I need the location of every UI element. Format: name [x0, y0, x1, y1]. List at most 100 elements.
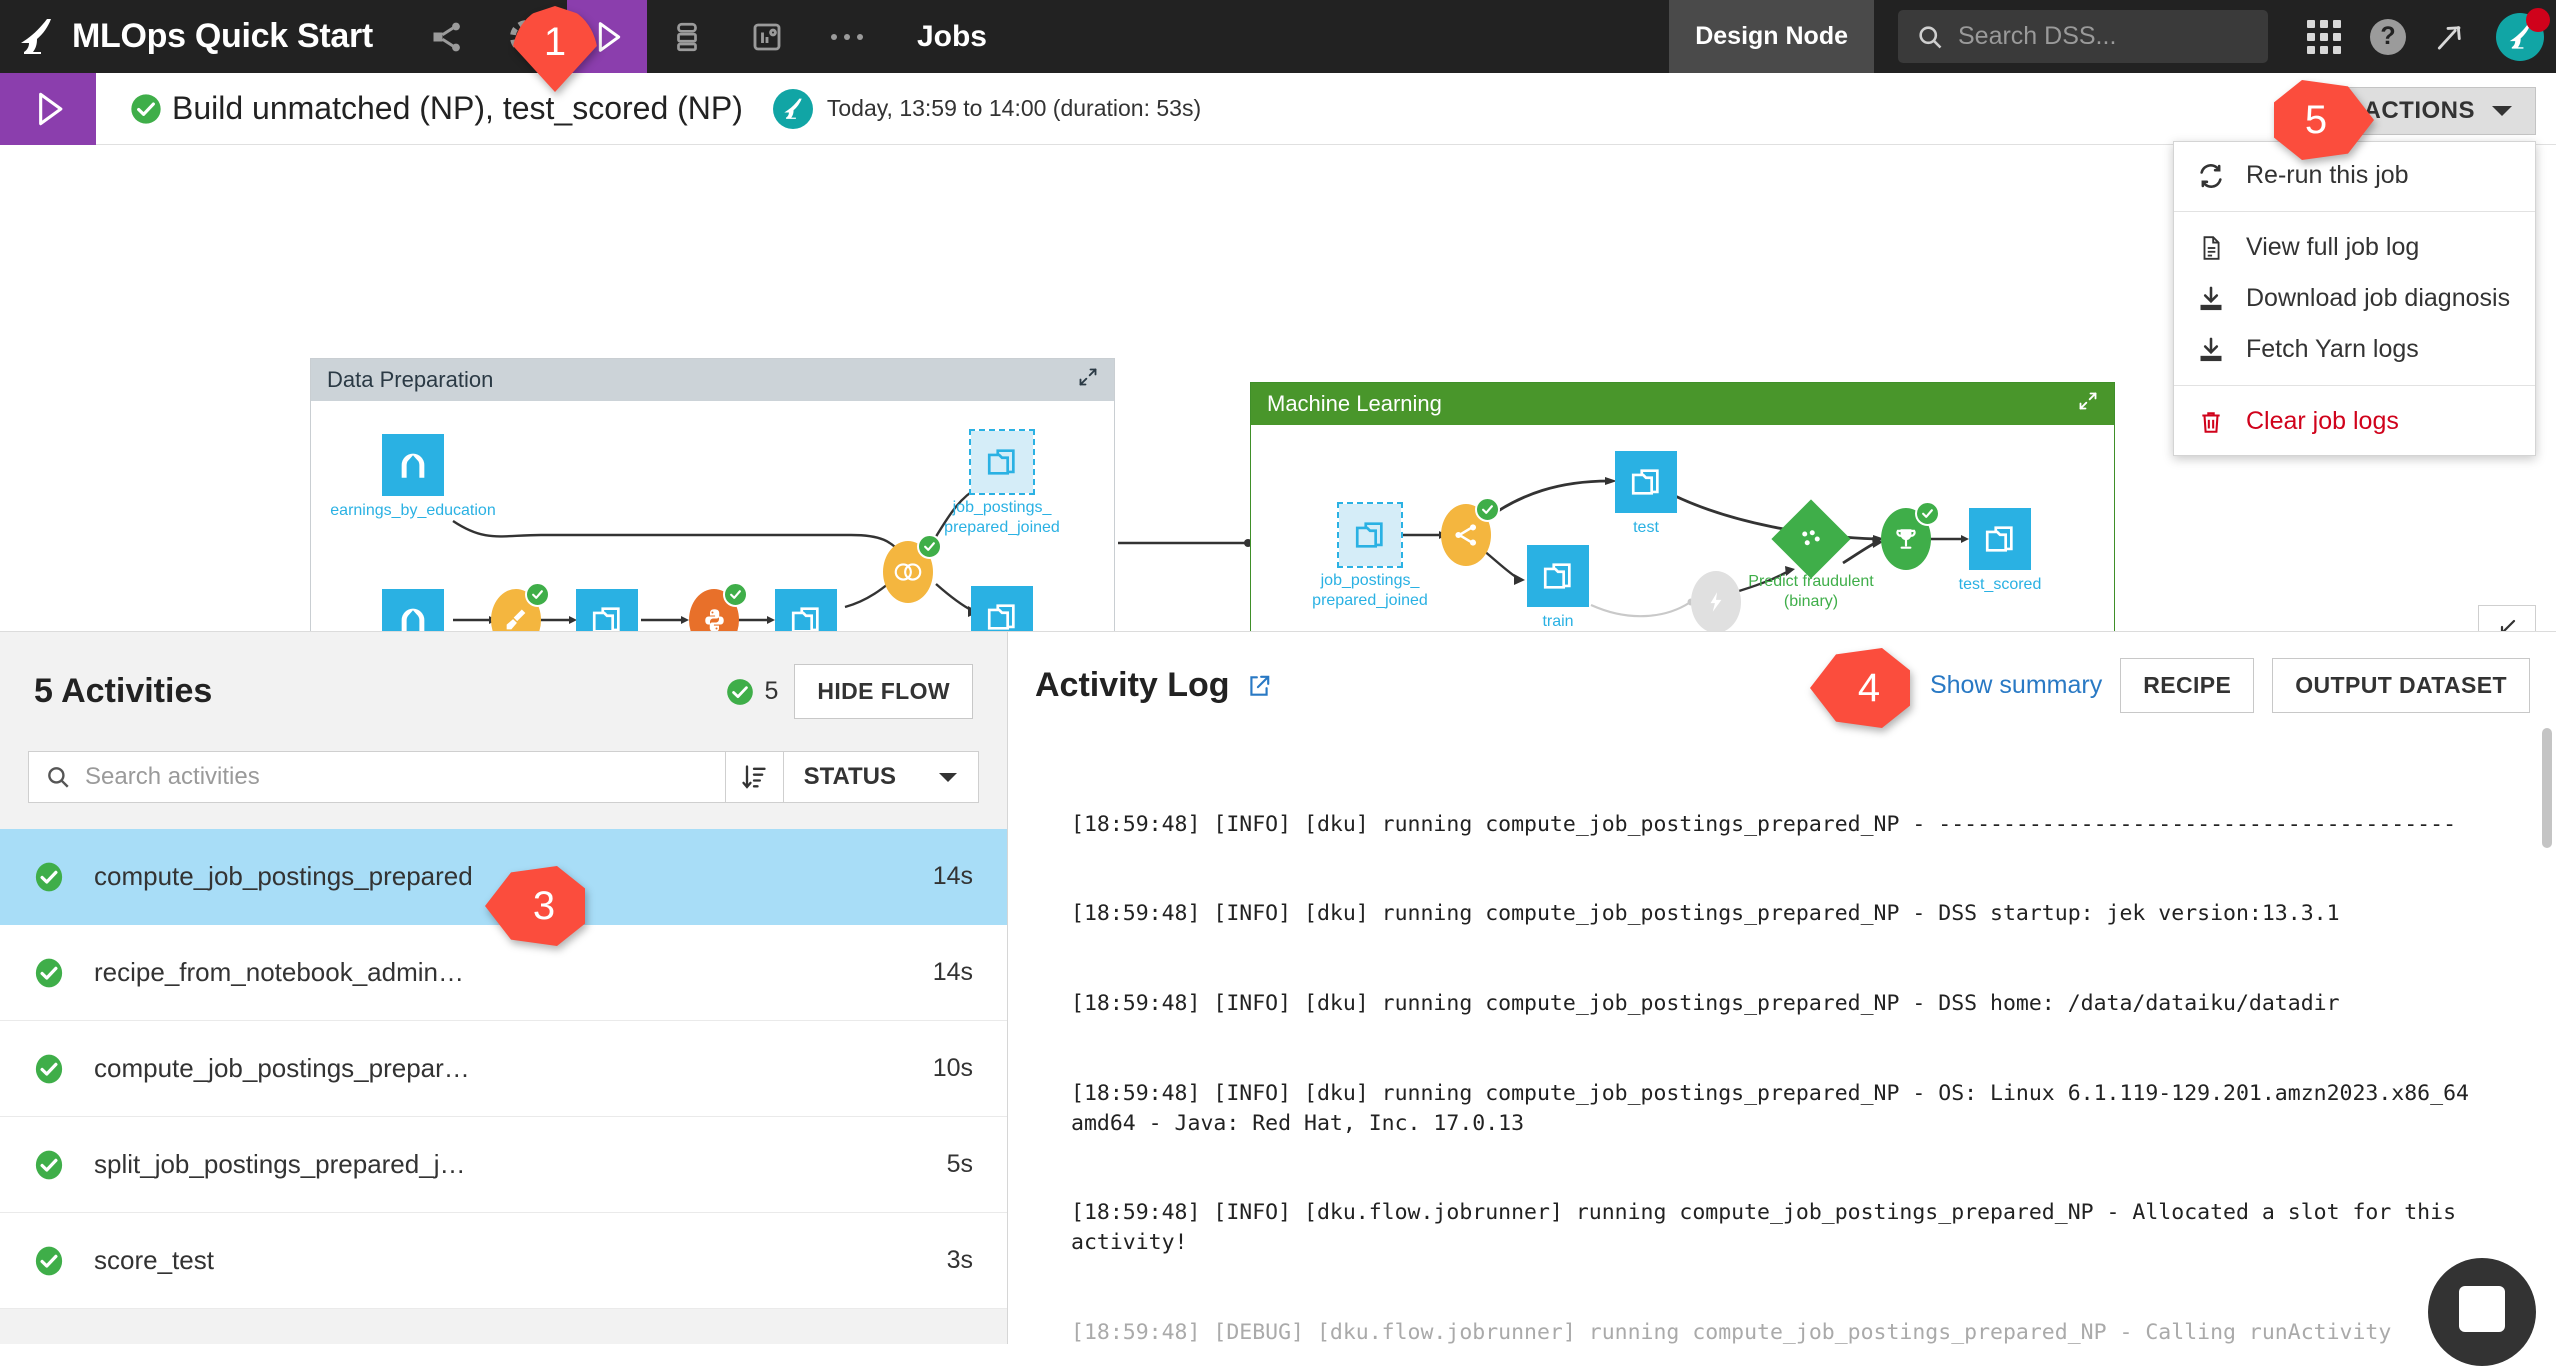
flow-node-job-postings-prepared[interactable]: job_postings_prepared [576, 589, 638, 631]
log-line: [18:59:48] [INFO] [dku] running compute_… [1071, 991, 2340, 1016]
job-header-bar: Build unmatched (NP), test_scored (NP) T… [0, 72, 2556, 145]
callout-number: 1 [543, 19, 567, 64]
job-title: Build unmatched (NP), test_scored (NP) [172, 90, 743, 126]
flow-node-python-recipe[interactable] [689, 582, 748, 631]
global-search-input[interactable]: Search DSS... [1898, 10, 2268, 63]
menu-item-label: Fetch Yarn logs [2246, 335, 2419, 363]
activity-row-score-test[interactable]: score_test 3s [0, 1213, 1007, 1309]
activity-duration: 5s [946, 1150, 973, 1178]
job-play-icon[interactable] [0, 72, 96, 145]
expand-zone-icon[interactable] [2078, 391, 2098, 417]
sort-activities-button[interactable] [725, 751, 784, 803]
flow-node-prepare-recipe[interactable] [491, 582, 550, 631]
activity-duration: 3s [946, 1246, 973, 1274]
flow-node-job-postings-python[interactable]: job_postings_python [775, 589, 837, 631]
nav-dashboard-icon[interactable] [727, 0, 807, 73]
activity-duration: 14s [932, 958, 973, 986]
dataset-folder-selected-icon [1337, 502, 1403, 568]
recipe-join-icon [883, 534, 942, 603]
show-summary-link[interactable]: Show summary [1930, 671, 2102, 700]
activity-row-split-job-postings-prepared-j[interactable]: split_job_postings_prepared_j… 5s [0, 1117, 1007, 1213]
status-filter-dropdown[interactable]: STATUS [783, 751, 979, 803]
hide-flow-button[interactable]: HIDE FLOW [794, 664, 973, 719]
flow-node-label: test_scored [1958, 576, 2042, 593]
expand-zone-icon[interactable] [1078, 367, 1098, 393]
flow-node-train[interactable]: train [1527, 545, 1589, 630]
callout-pin-3: 3 [485, 866, 585, 946]
dataiku-bird-logo-icon[interactable] [0, 0, 72, 73]
zone-name: Data Preparation [327, 367, 494, 392]
success-check-badge-icon [1475, 497, 1500, 522]
flow-node-earnings-by-education[interactable]: earnings_by_education [330, 434, 496, 519]
flow-node-label: train [1542, 613, 1574, 630]
flow-node-job-postings[interactable]: job_postings [382, 589, 444, 631]
flow-zone-machine-learning[interactable]: Machine Learning job_postings_ prepared_… [1250, 382, 2115, 631]
project-title[interactable]: MLOps Quick Start [72, 17, 373, 56]
zone-header-machine-learning: Machine Learning [1251, 383, 2114, 425]
chevron-down-icon [939, 773, 957, 782]
activities-panel: 5 Activities 5 HIDE FLOW Search activiti… [0, 632, 1008, 1344]
flow-node-score-recipe[interactable] [1881, 501, 1940, 570]
flow-node-test[interactable]: test [1615, 451, 1677, 536]
flow-node-saved-model-predict-fraudulent[interactable]: Predict fraudulent (binary) [1748, 499, 1874, 610]
help-question-icon[interactable]: ? [2356, 0, 2420, 73]
dataset-folder-selected-icon [969, 429, 1035, 495]
activities-header: 5 Activities 5 HIDE FLOW [0, 632, 1007, 719]
document-icon [2196, 234, 2226, 262]
recipe-button[interactable]: RECIPE [2120, 658, 2255, 713]
callout-number: 3 [532, 883, 556, 928]
activity-log-panel: Activity Log Show summary RECIPE OUTPUT … [1009, 632, 2556, 1344]
success-count-label: 5 [764, 677, 779, 705]
flow-node-job-postings-prepared-joined[interactable]: job_postings_ prepared_joined [944, 429, 1060, 536]
activities-filter-row: Search activities STATUS [28, 751, 979, 803]
flow-node-ml-job-postings-prepared-joined[interactable]: job_postings_ prepared_joined [1312, 502, 1428, 609]
dataset-folder-icon [1969, 508, 2031, 570]
activity-name: compute_job_postings_prepar… [94, 1053, 470, 1083]
user-avatar[interactable] [2484, 0, 2556, 73]
flow-node-label: job_postings_ prepared_joined [944, 499, 1060, 536]
help-assistant-fab[interactable] [2428, 1258, 2536, 1366]
flow-node-unmatched[interactable]: unmatched [971, 586, 1033, 631]
success-check-icon [35, 1054, 63, 1083]
output-dataset-button[interactable]: OUTPUT DATASET [2272, 658, 2530, 713]
log-scrollbar[interactable] [2542, 728, 2552, 1326]
trend-arrow-icon[interactable] [2420, 0, 2484, 73]
menu-item-fetch-yarn-logs[interactable]: Fetch Yarn logs [2174, 324, 2535, 375]
fit-to-screen-button[interactable] [2478, 605, 2536, 631]
menu-item-download-job-diagnosis[interactable]: Download job diagnosis [2174, 273, 2535, 324]
dataset-upload-icon [382, 434, 444, 496]
download-icon [2196, 285, 2226, 313]
flow-node-split-recipe[interactable] [1441, 497, 1500, 566]
callout-pin-1: 1 [512, 6, 598, 92]
search-activities-input[interactable]: Search activities [28, 751, 726, 803]
apps-grid-icon[interactable] [2292, 0, 2356, 73]
external-link-icon[interactable] [1246, 673, 1272, 699]
dataset-upload-icon [382, 589, 444, 631]
log-line: [18:59:48] [INFO] [dku.flow.jobrunner] r… [1071, 1200, 2469, 1255]
menu-item-view-full-job-log[interactable]: View full job log [2174, 222, 2535, 273]
nav-jobs-stack-icon[interactable] [647, 0, 727, 73]
menu-item-clear-job-logs[interactable]: Clear job logs [2174, 396, 2535, 447]
activity-row-compute-job-postings-prepar[interactable]: compute_job_postings_prepar… 10s [0, 1021, 1007, 1117]
nav-share-nodes-icon[interactable] [407, 0, 487, 73]
actions-dropdown-menu[interactable]: Re-run this job View full job log Downlo… [2173, 141, 2536, 456]
recipe-split-icon [1441, 497, 1500, 566]
dataset-folder-icon [775, 589, 837, 631]
saved-model-icon [1771, 499, 1851, 579]
flow-zone-data-preparation[interactable]: Data Preparation earnings_by_education j… [310, 358, 1115, 631]
top-bar-right-cluster: Design Node Search DSS... ? [1669, 0, 2556, 73]
activities-success-count: 5 [726, 677, 778, 706]
recipe-prepare-broom-icon [491, 582, 550, 631]
flow-node-test-scored[interactable]: test_scored [1959, 508, 2041, 593]
chevron-down-icon [2492, 106, 2512, 116]
search-activities-placeholder: Search activities [85, 763, 260, 790]
notification-dot [2526, 8, 2550, 32]
nav-more-ellipsis-icon[interactable] [807, 0, 887, 73]
flow-node-train-recipe-disabled[interactable] [1691, 571, 1741, 631]
status-filter-label: STATUS [803, 763, 896, 790]
flow-node-label: earnings_by_education [330, 502, 496, 519]
zone-name: Machine Learning [1267, 391, 1442, 416]
zone-body-data-preparation: earnings_by_education job_postings_ prep… [311, 401, 1114, 631]
activity-log-output[interactable]: [18:59:48] [INFO] [dku] running compute_… [1009, 728, 2556, 1344]
flow-node-join-recipe[interactable] [883, 534, 942, 603]
